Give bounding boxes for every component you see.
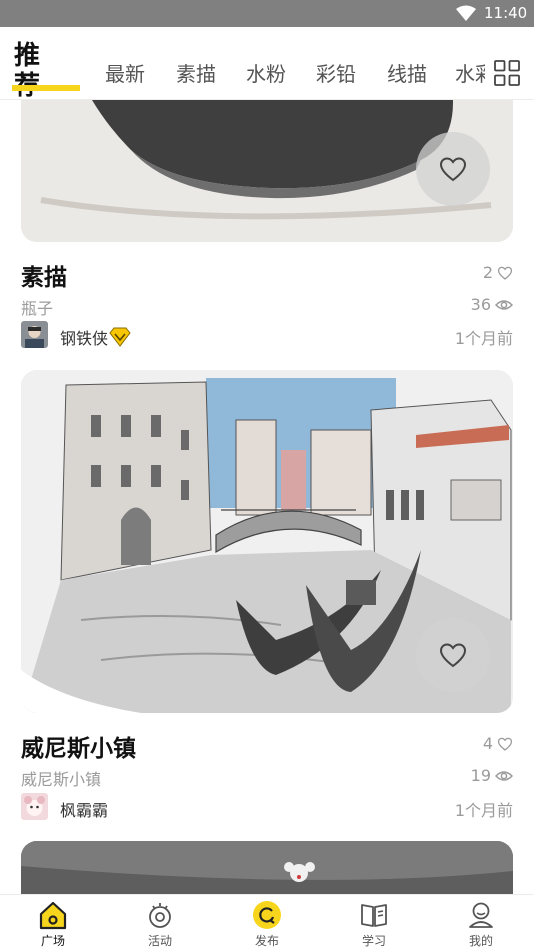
heart-icon xyxy=(439,643,467,668)
tab-sketch[interactable]: 素描 xyxy=(176,58,216,87)
post-feed[interactable]: 素描 2 瓶子 36 钢铁侠 1个月前 威尼斯小镇 4 威尼斯小镇 19 枫霸霸… xyxy=(0,100,534,894)
post-image[interactable] xyxy=(21,841,513,894)
tab-watercolor[interactable]: 水彩 xyxy=(455,58,485,88)
nav-publish[interactable]: 发布 xyxy=(227,895,307,949)
eye-icon xyxy=(495,299,513,310)
grid-menu-icon[interactable] xyxy=(494,60,520,86)
nav-mine[interactable]: 我的 xyxy=(441,895,521,949)
post-image[interactable] xyxy=(21,370,513,713)
tab-recommend[interactable]: 推荐 xyxy=(12,41,82,97)
activity-icon xyxy=(149,903,171,928)
post-title[interactable]: 素描 xyxy=(21,258,67,292)
nav-mine-label: 我的 xyxy=(468,934,493,948)
nav-publish-label: 发布 xyxy=(254,934,279,948)
like-button[interactable] xyxy=(416,618,490,692)
nav-square[interactable]: 广场 xyxy=(13,895,93,949)
view-count-value: 19 xyxy=(470,766,491,785)
post-title[interactable]: 威尼斯小镇 xyxy=(21,729,136,763)
like-button[interactable] xyxy=(416,132,490,206)
post-image[interactable] xyxy=(21,100,513,242)
avatar-image xyxy=(21,321,48,348)
heart-icon xyxy=(439,157,467,182)
view-count: 19 xyxy=(471,766,513,785)
post-subtitle: 威尼斯小镇 xyxy=(21,770,102,789)
view-count: 36 xyxy=(471,295,513,314)
like-count-value: 4 xyxy=(482,734,493,753)
book-icon xyxy=(361,904,387,927)
author-name[interactable]: 钢铁侠 xyxy=(60,325,131,349)
tab-gouache[interactable]: 水粉 xyxy=(246,58,286,87)
post-time: 1个月前 xyxy=(454,801,513,820)
bottom-nav-bar: 广场 活动 发布 学习 我的 xyxy=(0,894,534,949)
like-count: 4 xyxy=(483,734,513,753)
tab-line-drawing[interactable]: 线描 xyxy=(387,58,427,87)
publish-icon xyxy=(253,901,281,929)
like-count: 2 xyxy=(483,263,513,282)
like-count-value: 2 xyxy=(482,263,493,282)
author-avatar[interactable] xyxy=(21,321,48,348)
status-time: 11:40 xyxy=(484,4,528,22)
status-bar: 11:40 xyxy=(0,0,534,27)
avatar-image xyxy=(21,793,48,820)
home-icon xyxy=(39,901,67,930)
profile-icon xyxy=(469,902,493,928)
nav-activity-label: 活动 xyxy=(147,934,172,948)
nav-study-label: 学习 xyxy=(361,934,386,948)
tab-color-pencil[interactable]: 彩铅 xyxy=(316,58,356,87)
nav-study[interactable]: 学习 xyxy=(334,895,414,949)
nav-square-label: 广场 xyxy=(40,934,65,948)
author-name[interactable]: 枫霸霸 xyxy=(60,797,108,821)
author-avatar[interactable] xyxy=(21,793,48,820)
tab-watercolor-label: 水彩 xyxy=(455,62,485,86)
eye-icon xyxy=(495,770,513,781)
wifi-icon xyxy=(456,5,476,21)
top-tab-bar: 推荐 最新 素描 水粉 彩铅 线描 水彩 xyxy=(0,27,534,100)
post-time: 1个月前 xyxy=(454,329,513,348)
heart-outline-icon xyxy=(497,737,513,751)
post-thumbnail-image xyxy=(21,841,513,894)
view-count-value: 36 xyxy=(470,295,491,314)
post-subtitle: 瓶子 xyxy=(21,299,54,318)
active-tab-indicator xyxy=(12,85,80,91)
nav-activity[interactable]: 活动 xyxy=(120,895,200,949)
vip-badge-icon xyxy=(109,327,131,347)
author-name-text: 钢铁侠 xyxy=(60,329,109,348)
heart-outline-icon xyxy=(497,266,513,280)
tab-latest[interactable]: 最新 xyxy=(105,58,145,87)
